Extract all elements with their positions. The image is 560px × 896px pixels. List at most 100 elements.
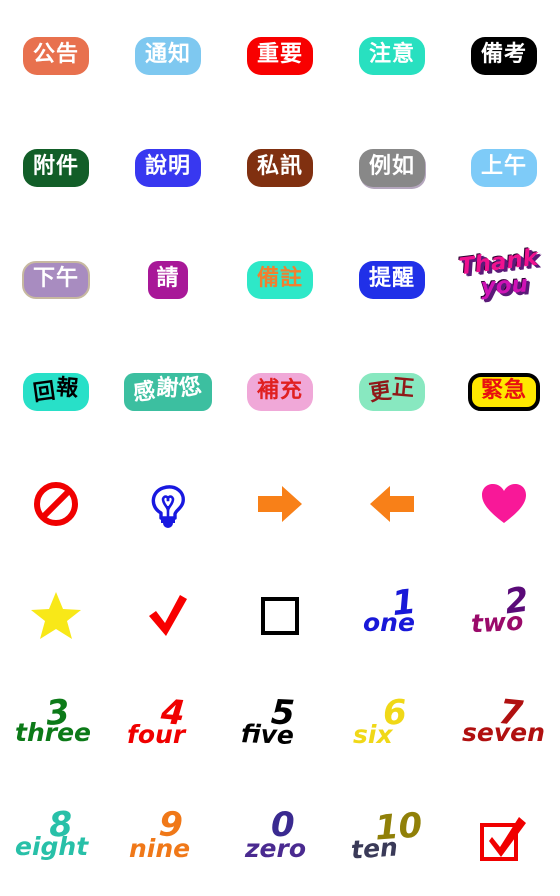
sticker-attention[interactable]: 注意 [336, 0, 448, 112]
sticker-supplement-pill: 補充 [247, 373, 313, 411]
sticker-correction-pill: 更正 [359, 373, 425, 411]
sticker-char: 報 [55, 375, 81, 402]
sticker-char: 更 [367, 378, 394, 407]
sticker-number-two-graphic: two 2 [461, 579, 547, 648]
sticker-number-one-graphic: one 1 [349, 581, 435, 648]
emoji-sticker-sheet: 公告 通知 重要 注意 備考 附件 說明 私訊 例如 上午 下午請備註 提醒 Thank you 回報感謝您… [0, 0, 560, 896]
sticker-char: 感 [132, 378, 159, 407]
sticker-number-seven[interactable]: seven 7 [448, 672, 560, 784]
sticker-number-seven-graphic: seven 7 [461, 691, 547, 760]
sticker-number-three[interactable]: three 3 [0, 672, 112, 784]
sticker-number-zero[interactable]: zero 0 [224, 784, 336, 896]
sticker-thank-you-cjk[interactable]: 感謝您 [112, 336, 224, 448]
sticker-urgent[interactable]: 緊急 [448, 336, 560, 448]
sticker-attachment-pill: 附件 [23, 149, 89, 187]
sticker-direct-message[interactable]: 私訊 [224, 112, 336, 224]
sticker-arrow-right[interactable] [224, 448, 336, 560]
arrow-left-icon [370, 486, 414, 522]
sticker-notice-pill: 通知 [135, 37, 201, 75]
sticker-attachment[interactable]: 附件 [0, 112, 112, 224]
number-digit: 4 [159, 692, 187, 734]
prohibition-icon [34, 482, 78, 526]
sticker-number-six-graphic: six 6 [349, 692, 435, 760]
sticker-supplement[interactable]: 補充 [224, 336, 336, 448]
sticker-announcement[interactable]: 公告 [0, 0, 112, 112]
sticker-important-pill: 重要 [247, 37, 313, 75]
sticker-number-four[interactable]: four 4 [112, 672, 224, 784]
sticker-morning[interactable]: 上午 [448, 112, 560, 224]
arrow-left-holder [368, 482, 416, 526]
number-digit: 10 [373, 805, 424, 849]
sticker-thank-you-graphic: Thank you [455, 245, 553, 315]
sticker-number-nine-graphic: nine 9 [125, 804, 211, 872]
sticker-number-eight-graphic: eight 8 [13, 804, 99, 872]
sticker-for-example-pill: 例如 [359, 149, 425, 187]
sticker-for-example[interactable]: 例如 [336, 112, 448, 224]
sticker-thank-you-cjk-pill: 感謝您 [124, 372, 212, 411]
number-digit: 2 [502, 579, 532, 623]
sticker-arrow-left[interactable] [336, 448, 448, 560]
sticker-morning-pill: 上午 [471, 149, 537, 187]
sticker-remark[interactable]: 備考 [448, 0, 560, 112]
sticker-reminder[interactable]: 提醒 [336, 224, 448, 336]
sticker-number-five-graphic: five 5 [237, 692, 323, 760]
checked-checkbox-holder [479, 815, 529, 865]
sticker-number-five[interactable]: five 5 [224, 672, 336, 784]
sticker-remark-pill: 備考 [471, 37, 537, 75]
heart-holder [480, 481, 528, 527]
star-icon [31, 592, 81, 639]
prohibition-sign-holder [32, 480, 80, 528]
sticker-heart[interactable] [448, 448, 560, 560]
sticker-number-eight[interactable]: eight 8 [0, 784, 112, 896]
arrow-right-icon [258, 486, 302, 522]
sticker-afternoon-pill: 下午 [21, 261, 90, 299]
lightbulb-icon [151, 485, 185, 528]
sticker-char: 您 [176, 372, 205, 403]
number-digit: 0 [271, 805, 295, 845]
sticker-prohibited[interactable] [0, 448, 112, 560]
sticker-report-back[interactable]: 回報 [0, 336, 112, 448]
sticker-notice[interactable]: 通知 [112, 0, 224, 112]
sticker-announcement-pill: 公告 [23, 37, 89, 75]
sticker-note-pill: 備註 [247, 261, 313, 299]
sticker-note[interactable]: 備註 [224, 224, 336, 336]
lightbulb-holder [144, 479, 192, 529]
number-digit: 6 [381, 692, 408, 734]
number-digit: 7 [496, 691, 525, 735]
sticker-thank-you[interactable]: Thank you [448, 224, 560, 336]
number-digit: 3 [44, 692, 72, 734]
sticker-please-pill: 請 [148, 261, 188, 299]
thank-you-line-2: you [479, 271, 529, 301]
sticker-number-four-graphic: four 4 [125, 692, 211, 760]
checked-checkbox-icon [480, 817, 526, 861]
sticker-checked-box[interactable] [448, 784, 560, 896]
sticker-urgent-pill: 緊急 [467, 373, 540, 411]
sticker-reminder-pill: 提醒 [359, 261, 425, 299]
sticker-number-ten-graphic: ten 10 [349, 805, 435, 872]
sticker-check-mark[interactable] [112, 560, 224, 672]
sticker-idea[interactable] [112, 448, 224, 560]
sticker-number-six[interactable]: six 6 [336, 672, 448, 784]
sticker-explanation[interactable]: 說明 [112, 112, 224, 224]
sticker-star[interactable] [0, 560, 112, 672]
number-digit: 8 [47, 804, 75, 846]
number-digit: 1 [389, 581, 418, 625]
check-mark-icon [149, 595, 187, 636]
empty-checkbox-icon [261, 597, 299, 635]
sticker-direct-message-pill: 私訊 [247, 149, 313, 187]
sticker-char: 回 [31, 378, 58, 407]
sticker-char: 正 [391, 375, 417, 402]
sticker-correction[interactable]: 更正 [336, 336, 448, 448]
sticker-number-two[interactable]: two 2 [448, 560, 560, 672]
sticker-number-nine[interactable]: nine 9 [112, 784, 224, 896]
star-holder [31, 591, 81, 641]
empty-checkbox-holder [260, 596, 300, 636]
sticker-number-one[interactable]: one 1 [336, 560, 448, 672]
sticker-number-ten[interactable]: ten 10 [336, 784, 448, 896]
sticker-important[interactable]: 重要 [224, 0, 336, 112]
number-digit: 5 [269, 692, 296, 734]
check-mark-holder [146, 594, 190, 638]
sticker-empty-box[interactable] [224, 560, 336, 672]
sticker-afternoon[interactable]: 下午 [0, 224, 112, 336]
sticker-please[interactable]: 請 [112, 224, 224, 336]
